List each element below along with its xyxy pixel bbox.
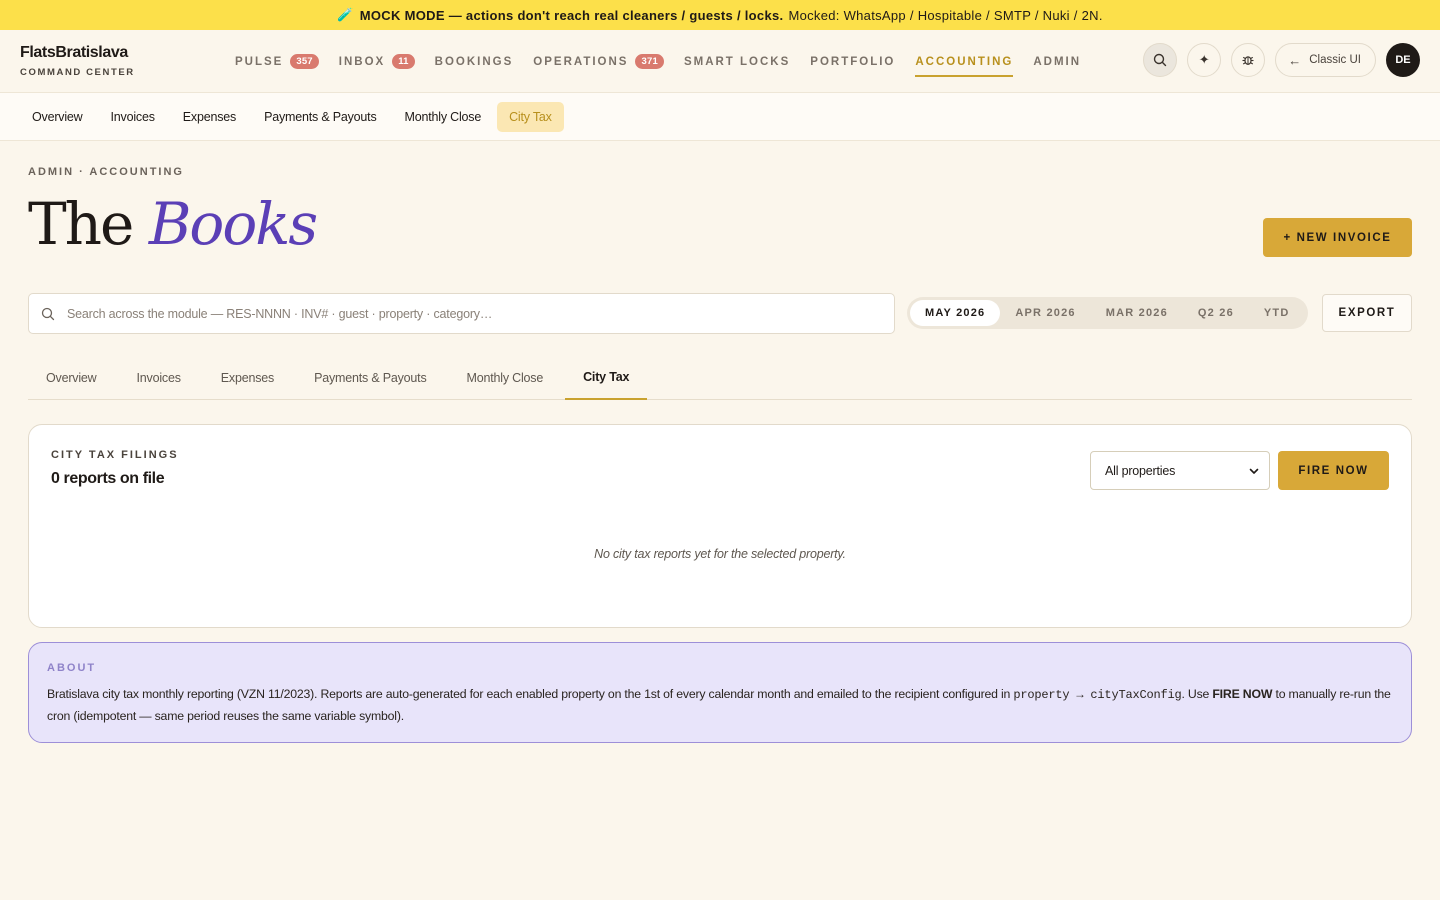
subnav-item-payments[interactable]: Payments & Payouts [252, 102, 388, 132]
page-title-accent: Books [148, 190, 318, 258]
tab-expenses[interactable]: Expenses [203, 356, 292, 400]
brand[interactable]: FlatsBratislava COMMAND CENTER [20, 44, 220, 78]
nav-badge: 357 [290, 54, 319, 69]
about-panel: ABOUT Bratislava city tax monthly report… [28, 642, 1412, 743]
nav-badge: 371 [635, 54, 664, 69]
tab-city-tax[interactable]: City Tax [565, 356, 648, 400]
nav-item-bookings[interactable]: BOOKINGS [435, 30, 514, 93]
sparkle-icon: ✦ [1198, 52, 1210, 67]
new-invoice-button[interactable]: + NEW INVOICE [1263, 218, 1412, 257]
nav-item-inbox[interactable]: INBOX 11 [339, 30, 415, 93]
nav-item-portfolio[interactable]: PORTFOLIO [810, 30, 895, 93]
subnav-item-monthly-close[interactable]: Monthly Close [393, 102, 494, 132]
nav-item-smart-locks[interactable]: SMART LOCKS [684, 30, 790, 93]
module-tabs: Overview Invoices Expenses Payments & Pa… [28, 356, 1412, 400]
period-mar-2026[interactable]: MAR 2026 [1091, 300, 1183, 326]
classic-ui-button[interactable]: ← Classic UI [1275, 43, 1376, 77]
mock-mode-banner: 🧪 MOCK MODE — actions don't reach real c… [0, 0, 1440, 30]
nav-item-accounting[interactable]: ACCOUNTING [915, 30, 1014, 93]
chevron-down-icon [1249, 466, 1259, 476]
arrow-left-icon: ← [1288, 52, 1302, 68]
breadcrumb: ADMIN · ACCOUNTING [28, 166, 184, 178]
nav-item-pulse[interactable]: PULSE 357 [235, 30, 319, 93]
about-label: ABOUT [47, 662, 97, 674]
search-icon [1153, 53, 1167, 67]
period-may-2026[interactable]: MAY 2026 [910, 300, 1001, 326]
card-label: CITY TAX FILINGS [51, 449, 179, 461]
mock-mode-title: MOCK MODE — actions don't reach real cle… [359, 7, 784, 23]
property-select-value: All properties [1105, 463, 1176, 478]
property-select[interactable]: All properties [1090, 451, 1270, 490]
subnav-item-overview[interactable]: Overview [20, 102, 95, 132]
tab-overview[interactable]: Overview [28, 356, 115, 400]
subnav-item-invoices[interactable]: Invoices [99, 102, 167, 132]
bug-icon [1241, 53, 1255, 67]
tab-invoices[interactable]: Invoices [119, 356, 199, 400]
subnav-item-city-tax[interactable]: City Tax [497, 101, 564, 132]
test-tube-icon: 🧪 [337, 7, 354, 22]
fire-now-button[interactable]: FIRE NOW [1278, 451, 1389, 490]
page-title-plain: The [28, 190, 134, 258]
about-text: Bratislava city tax monthly reporting (V… [47, 687, 1391, 723]
nav-item-admin[interactable]: ADMIN [1033, 30, 1081, 93]
tab-payments-payouts[interactable]: Payments & Payouts [296, 356, 444, 400]
ai-assistant-button[interactable]: ✦ [1187, 43, 1222, 77]
period-ytd[interactable]: YTD [1249, 300, 1305, 326]
export-button[interactable]: EXPORT [1322, 294, 1412, 332]
tab-monthly-close[interactable]: Monthly Close [449, 356, 562, 400]
period-q2-26[interactable]: Q2 26 [1183, 300, 1249, 326]
search-button[interactable] [1143, 43, 1178, 77]
period-selector: MAY 2026 APR 2026 MAR 2026 Q2 26 YTD [907, 297, 1308, 329]
empty-state-message: No city tax reports yet for the selected… [594, 547, 846, 561]
module-search [28, 293, 895, 334]
top-navigation: FlatsBratislava COMMAND CENTER PULSE 357 … [0, 30, 1440, 93]
main-nav: PULSE 357 INBOX 11 BOOKINGS OPERATIONS 371 … [235, 30, 1101, 93]
user-avatar[interactable]: DE [1386, 43, 1420, 77]
debug-button[interactable] [1231, 43, 1266, 77]
period-apr-2026[interactable]: APR 2026 [1000, 300, 1090, 326]
config-path: property → cityTaxConfig [1013, 688, 1182, 702]
mock-mode-detail: Mocked: WhatsApp / Hospitable / SMTP / N… [788, 7, 1103, 23]
search-icon [41, 307, 55, 321]
fire-now-reference: FIRE NOW [1212, 687, 1273, 701]
classic-ui-label: Classic UI [1309, 54, 1361, 66]
subnav-item-expenses[interactable]: Expenses [171, 102, 248, 132]
brand-subtitle: COMMAND CENTER [20, 67, 135, 78]
city-tax-filings-card: CITY TAX FILINGS 0 reports on file All p… [28, 424, 1412, 628]
nav-item-operations[interactable]: OPERATIONS 371 [533, 30, 664, 93]
brand-name: FlatsBratislava [20, 44, 128, 61]
accounting-subnav: Overview Invoices Expenses Payments & Pa… [0, 93, 1440, 141]
search-input[interactable] [67, 306, 867, 321]
page-title: The Books [28, 188, 318, 260]
nav-actions: ✦ ← Classic UI DE [1133, 43, 1420, 77]
nav-badge: 11 [392, 54, 415, 69]
reports-count: 0 reports on file [51, 470, 165, 487]
